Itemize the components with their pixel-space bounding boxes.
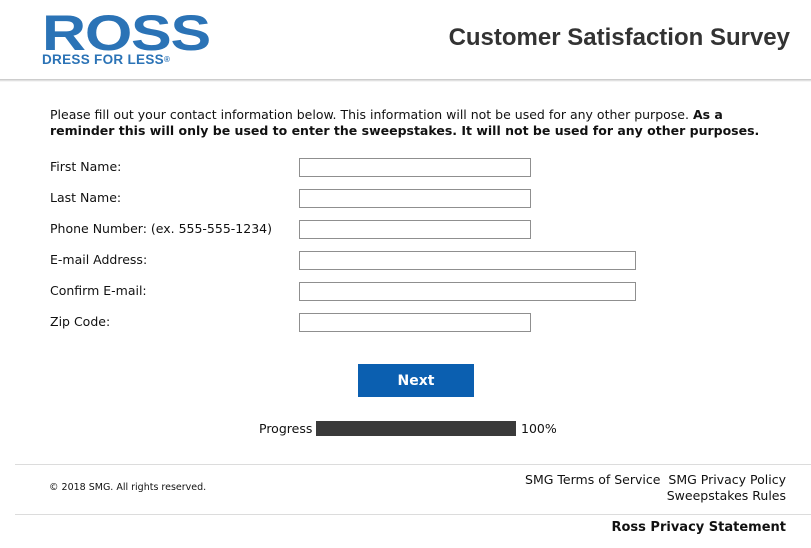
intro-plain: Please fill out your contact information… (50, 107, 693, 122)
progress-bar (316, 421, 516, 436)
confirm-email-input[interactable] (299, 282, 636, 301)
phone-label: Phone Number: (ex. 555-555-1234) (50, 221, 272, 236)
email-label: E-mail Address: (50, 252, 148, 267)
sweepstakes-rules-link[interactable]: Sweepstakes Rules (667, 488, 786, 503)
email-input[interactable] (299, 251, 636, 270)
phone-row: Phone Number: (ex. 555-555-1234) (50, 220, 790, 242)
ross-logo: ROSS DRESS FOR LESS® (40, 8, 211, 70)
logo-tagline: DRESS FOR LESS® (42, 53, 170, 67)
registered-mark: ® (163, 55, 171, 64)
email-row: E-mail Address: (50, 251, 790, 273)
header-divider (0, 79, 811, 82)
footer-divider-bottom (15, 514, 811, 515)
smg-terms-link[interactable]: SMG Terms of Service (525, 472, 660, 487)
header: ROSS DRESS FOR LESS® Customer Satisfacti… (0, 0, 811, 80)
zip-code-label: Zip Code: (50, 314, 111, 329)
zip-code-row: Zip Code: (50, 313, 790, 335)
progress-value: 100% (521, 421, 557, 436)
copyright-text: © 2018 SMG. All rights reserved. (49, 482, 207, 493)
ross-privacy-statement-link[interactable]: Ross Privacy Statement (611, 520, 786, 535)
page-title: Customer Satisfaction Survey (448, 24, 790, 51)
progress-label: Progress (259, 421, 313, 436)
logo-brand: ROSS (42, 5, 211, 61)
first-name-row: First Name: (50, 158, 790, 180)
zip-code-input[interactable] (299, 313, 531, 332)
logo-tagline-text: DRESS FOR LESS (42, 52, 164, 67)
last-name-row: Last Name: (50, 189, 790, 211)
intro-text: Please fill out your contact information… (50, 107, 790, 139)
footer-divider-top (15, 464, 811, 465)
confirm-email-row: Confirm E-mail: (50, 282, 790, 304)
last-name-label: Last Name: (50, 190, 122, 205)
next-button[interactable]: Next (358, 364, 474, 397)
smg-privacy-link[interactable]: SMG Privacy Policy (668, 472, 786, 487)
first-name-label: First Name: (50, 159, 122, 174)
phone-input[interactable] (299, 220, 531, 239)
confirm-email-label: Confirm E-mail: (50, 283, 147, 298)
first-name-input[interactable] (299, 158, 531, 177)
footer-links: SMG Terms of Service SMG Privacy Policy S… (525, 472, 786, 504)
last-name-input[interactable] (299, 189, 531, 208)
progress-fill (316, 421, 516, 436)
